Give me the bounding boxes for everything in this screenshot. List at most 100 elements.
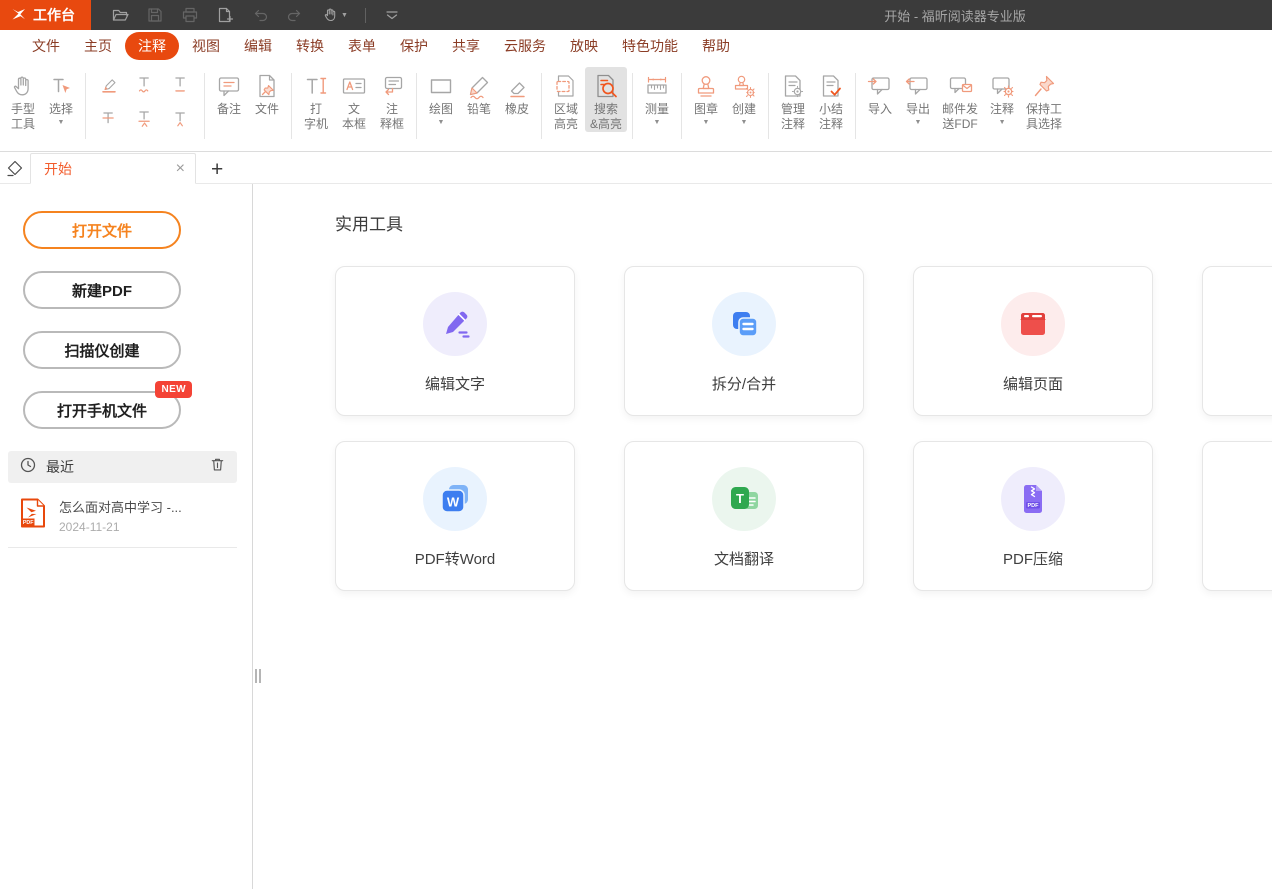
- new-pdf-button[interactable]: 新建PDF: [23, 271, 181, 309]
- ribbon-group-divider: [204, 73, 205, 139]
- tab-start[interactable]: 开始 ×: [30, 153, 196, 184]
- hand-gesture-icon[interactable]: ▼: [321, 6, 348, 24]
- tool-card-split-merge[interactable]: 拆分/合并: [624, 266, 864, 416]
- tool-card-edit-pages[interactable]: 编辑页面: [913, 266, 1153, 416]
- ribbon-measure-button[interactable]: 测量▼: [638, 67, 676, 128]
- tab-close-icon[interactable]: ×: [176, 161, 185, 177]
- ribbon-manage-comments-button[interactable]: 管理注释: [774, 67, 812, 132]
- ribbon-callout-button[interactable]: 注释框: [373, 67, 411, 132]
- menu-item-edit[interactable]: 编辑: [233, 32, 283, 60]
- ribbon-file-attachment-button[interactable]: 文件: [248, 67, 286, 117]
- card-translate-icon: T: [712, 467, 776, 531]
- new-badge: NEW: [155, 381, 192, 398]
- trash-icon[interactable]: [209, 456, 226, 478]
- ribbon-keep-tool-selected-button[interactable]: 保持工具选择: [1021, 67, 1067, 132]
- tool-card-doc-translate[interactable]: T 文档翻译: [624, 441, 864, 591]
- ribbon-drawing-button[interactable]: 绘图▼: [422, 67, 460, 128]
- sidebar-splitter[interactable]: [255, 669, 261, 683]
- tool-card-label: 文档翻译: [714, 548, 774, 569]
- quick-access-toolbar: ▼: [111, 6, 401, 24]
- ribbon-button-label: &高亮: [590, 117, 622, 132]
- tool-card-edit-text[interactable]: 编辑文字: [335, 266, 575, 416]
- ribbon-area-highlight-button[interactable]: 区域高亮: [547, 67, 585, 132]
- ribbon-text-underline-button[interactable]: [163, 69, 199, 103]
- recent-file-item[interactable]: PDF怎么面对高中学习 -...2024-11-21: [0, 483, 252, 547]
- ribbon-pencil-button[interactable]: 铅笔: [460, 67, 498, 117]
- drawing-icon: [427, 69, 455, 102]
- ribbon-group: [88, 67, 202, 137]
- menu-item-convert[interactable]: 转换: [285, 32, 335, 60]
- dropdown-caret-icon: ▼: [915, 117, 922, 128]
- ribbon-create-stamp-button[interactable]: 创建▼: [725, 67, 763, 128]
- menu-item-file[interactable]: 文件: [21, 32, 71, 60]
- ribbon-summarize-comments-button[interactable]: 小结注释: [812, 67, 850, 132]
- create-stamp-icon: [730, 69, 758, 102]
- open-mobile-file-button[interactable]: 打开手机文件NEW: [23, 391, 181, 429]
- card-pdf-compress-icon: PDF: [1001, 467, 1065, 531]
- ribbon-group-divider: [681, 73, 682, 139]
- whiteboard-eraser-icon[interactable]: [0, 152, 30, 183]
- tool-card-partial-card-1[interactable]: [1202, 266, 1272, 416]
- ribbon-eraser-button[interactable]: 橡皮: [498, 67, 536, 117]
- ribbon-search-highlight-button[interactable]: 搜索&高亮: [585, 67, 627, 132]
- ribbon-button-label: 图章: [694, 102, 718, 117]
- collapse-toolbar-icon[interactable]: [383, 6, 401, 24]
- ribbon-export-comments-button[interactable]: 导出▼: [899, 67, 937, 128]
- tool-card-pdf-to-word[interactable]: WPDF转Word: [335, 441, 575, 591]
- ribbon-hand-tool-button[interactable]: 手型工具: [4, 67, 42, 132]
- ribbon-button-label: 高亮: [554, 117, 578, 132]
- ribbon-button-label: 区域: [554, 102, 578, 117]
- open-folder-icon[interactable]: [111, 6, 129, 24]
- tab-label: 开始: [44, 159, 176, 179]
- sidebar-button-label: 打开手机文件: [57, 400, 147, 421]
- menu-item-present[interactable]: 放映: [559, 32, 609, 60]
- card-split-merge-icon: [712, 292, 776, 356]
- ribbon-typewriter-button[interactable]: 打字机: [297, 67, 335, 132]
- menu-item-share[interactable]: 共享: [441, 32, 491, 60]
- ribbon-button-label: 导出: [906, 102, 930, 117]
- tool-card-partial-card-2[interactable]: [1202, 441, 1272, 591]
- ribbon-text-highlight-button[interactable]: [91, 69, 127, 103]
- print-icon: [181, 6, 199, 24]
- menu-item-featured[interactable]: 特色功能: [611, 32, 689, 60]
- ribbon-group: 导入导出▼邮件发送FDF注释▼保持工具选择: [858, 67, 1070, 132]
- section-title: 实用工具: [335, 210, 1272, 235]
- create-pdf-icon[interactable]: [216, 6, 234, 24]
- ribbon-replace-text-button[interactable]: [127, 103, 163, 137]
- ribbon-insert-text-button[interactable]: [163, 103, 199, 137]
- sidebar-button-label: 打开文件: [72, 220, 132, 241]
- ribbon-import-comments-button[interactable]: 导入: [861, 67, 899, 117]
- ribbon-email-fdf-button[interactable]: 邮件发送FDF: [937, 67, 983, 132]
- menu-item-form[interactable]: 表单: [337, 32, 387, 60]
- menu-item-view[interactable]: 视图: [181, 32, 231, 60]
- svg-text:PDF: PDF: [23, 520, 34, 526]
- ribbon-textbox-button[interactable]: 文本框: [335, 67, 373, 132]
- ribbon-note-comment-button[interactable]: 备注: [210, 67, 248, 117]
- svg-text:PDF: PDF: [1028, 503, 1040, 509]
- ribbon-comment-settings-button[interactable]: 注释▼: [983, 67, 1021, 128]
- ribbon-button-label: 测量: [645, 102, 669, 117]
- dropdown-caret-icon: ▼: [999, 117, 1006, 128]
- menu-item-help[interactable]: 帮助: [691, 32, 741, 60]
- tool-card-pdf-compress[interactable]: PDFPDF压缩: [913, 441, 1153, 591]
- pencil-icon: [465, 69, 493, 102]
- ribbon-button-label: 文件: [255, 102, 279, 117]
- workspace-button[interactable]: 工作台: [0, 0, 91, 30]
- hand-tool-icon: [9, 69, 37, 102]
- new-tab-button[interactable]: +: [211, 159, 223, 180]
- card-edit-text-icon: [423, 292, 487, 356]
- ribbon-group-divider: [855, 73, 856, 139]
- menu-item-cloud-service[interactable]: 云服务: [493, 32, 557, 60]
- ribbon-button-label: 搜索: [594, 102, 618, 117]
- menu-item-protect[interactable]: 保护: [389, 32, 439, 60]
- ribbon-stamp-button[interactable]: 图章▼: [687, 67, 725, 128]
- open-file-button[interactable]: 打开文件: [23, 211, 181, 249]
- ribbon-select-tool-button[interactable]: 选择▼: [42, 67, 80, 128]
- scanner-create-button[interactable]: 扫描仪创建: [23, 331, 181, 369]
- area-highlight-icon: [552, 69, 580, 102]
- menu-item-comment[interactable]: 注释: [125, 32, 179, 60]
- toolbar-separator: [365, 8, 366, 23]
- ribbon-strikeout-button[interactable]: [91, 103, 127, 137]
- ribbon-squiggly-underline-button[interactable]: [127, 69, 163, 103]
- menu-item-home[interactable]: 主页: [73, 32, 123, 60]
